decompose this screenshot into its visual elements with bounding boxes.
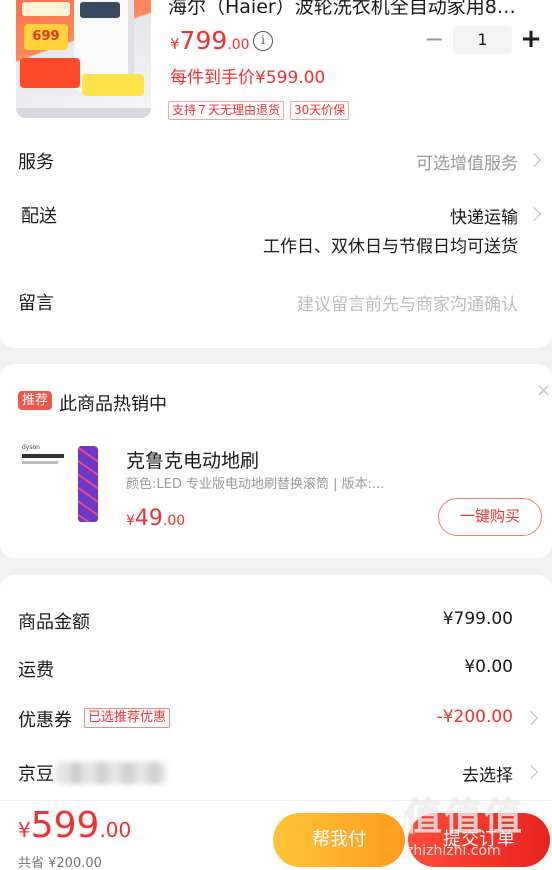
- shipping-value: ¥0.00: [464, 657, 513, 677]
- coupon-selected-badge: 已选推荐优惠: [84, 708, 171, 728]
- jd-bean-label: 京豆: [18, 764, 54, 785]
- blurred-bean-info: [56, 762, 166, 784]
- help-me-pay-button[interactable]: 帮我付: [273, 813, 405, 867]
- price-protection-badge: 30天价保: [290, 101, 350, 120]
- brand-logo: dyson: [22, 444, 40, 451]
- note-label: 留言: [18, 293, 54, 314]
- total-price: ¥ 599 .00: [18, 805, 132, 846]
- quantity-decrease-button[interactable]: −: [424, 26, 444, 54]
- service-chevron-icon[interactable]: [526, 152, 542, 168]
- product-title[interactable]: 海尔（Haier）波轮洗衣机全自动家用8公斤...: [168, 0, 530, 19]
- close-icon[interactable]: ×: [536, 382, 551, 400]
- coupon-value[interactable]: -¥200.00: [437, 707, 513, 727]
- image-price-tag: 699: [24, 24, 68, 50]
- delivery-chevron-icon[interactable]: [526, 206, 542, 222]
- shipping-label: 运费: [18, 660, 54, 681]
- recommendation-card: 推荐 此商品热销中 × dyson 克鲁克电动地刷 颜色:LED 专业版电动地刷…: [0, 364, 552, 558]
- delivery-note: 工作日、双休日与节假日均可送货: [263, 237, 518, 257]
- goods-amount-value: ¥799.00: [442, 609, 513, 629]
- product-image[interactable]: 699: [16, 0, 151, 118]
- recommend-product-name[interactable]: 克鲁克电动地刷: [126, 446, 259, 473]
- watermark-logo: 值值值: [404, 795, 525, 839]
- delivery-label: 配送: [21, 206, 57, 227]
- goods-amount-label: 商品金额: [18, 612, 90, 633]
- recommend-badge: 推荐: [18, 391, 53, 410]
- brush-roller-graphic: [78, 446, 98, 522]
- watermark-url: zhizhizhi.com: [406, 843, 501, 859]
- product-badges: 支持７天无理由退货 30天价保: [168, 101, 350, 120]
- note-input[interactable]: 建议留言前先与商家沟通确认: [297, 290, 518, 315]
- recommend-title: 此商品热销中: [59, 394, 167, 415]
- coupon-label: 优惠券: [18, 710, 72, 731]
- one-click-buy-button[interactable]: 一键购买: [438, 498, 542, 536]
- coupon-chevron-icon[interactable]: [523, 710, 539, 726]
- recommend-product-spec: 颜色:LED 专业版电动地刷替换滚筒 | 版本:...: [126, 477, 385, 492]
- quantity-input[interactable]: 1: [453, 26, 512, 54]
- per-item-final-price: 每件到手价¥599.00: [170, 68, 326, 88]
- delivery-method[interactable]: 快递运输: [450, 203, 518, 228]
- product-price: ¥ 799 .00: [170, 26, 250, 55]
- total-saved: 共省 ¥200.00: [18, 856, 102, 870]
- return-policy-badge: 支持７天无理由退货: [168, 101, 285, 120]
- service-label: 服务: [18, 152, 54, 173]
- jd-bean-select[interactable]: 去选择: [462, 761, 513, 786]
- order-product-card: 699 海尔（Haier）波轮洗衣机全自动家用8公斤... ¥ 799 .00 …: [0, 0, 552, 348]
- recommend-product-image[interactable]: dyson: [18, 438, 110, 530]
- price-info-icon[interactable]: i: [253, 31, 273, 51]
- jd-bean-chevron-icon[interactable]: [523, 764, 539, 780]
- service-value[interactable]: 可选增值服务: [416, 149, 518, 174]
- recommend-product-price: ¥ 49 .00: [126, 506, 186, 531]
- quantity-increase-button[interactable]: +: [520, 24, 542, 54]
